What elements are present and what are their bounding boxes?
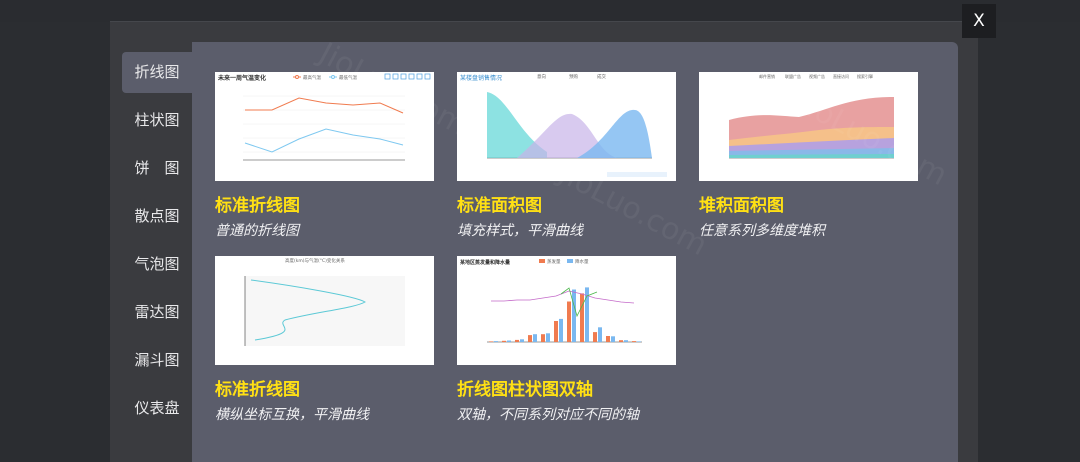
thumb-title: 某地区蒸发量和降水量 xyxy=(459,259,510,266)
template-card[interactable]: 某楼盘销售情况 意向 预购 成交 标准面积图 填充样式，平滑曲线 xyxy=(457,72,677,240)
card-subtitle: 横纵坐标互换，平滑曲线 xyxy=(215,407,369,423)
line-chart-thumbnail[interactable]: 未来一周气温变化 最高气温 最低气温 xyxy=(215,72,434,181)
thumb-bar xyxy=(541,334,545,342)
legend-label: 视频广告 xyxy=(809,73,825,79)
thumb-bar xyxy=(593,332,597,342)
sidebar-item-gauge[interactable]: 仪表盘 xyxy=(122,388,192,429)
legend-label: 高度(km)与气温(°C)变化关系 xyxy=(285,257,345,264)
thumb-title: 某楼盘销售情况 xyxy=(460,74,502,82)
thumb-bar xyxy=(580,293,584,342)
thumb-bar xyxy=(572,289,576,342)
thumb-bar xyxy=(507,340,511,342)
sidebar-item-bubble[interactable]: 气泡图 xyxy=(122,244,192,285)
chart-template-panel: 未来一周气温变化 最高气温 最低气温 标准折线图 普通的折线图 某楼盘销售情况 … xyxy=(192,36,958,462)
template-card[interactable]: 某地区蒸发量和降水量 蒸发量 降水量 折线图柱状图双轴 双轴，不同系列对应不同的… xyxy=(457,256,677,424)
thumb-bar xyxy=(619,340,623,342)
thumb-bar xyxy=(632,341,636,342)
legend-label: 直接访问 xyxy=(833,73,849,79)
legend-label: 最高气温 xyxy=(303,74,321,81)
line-bar-dual-axis-thumbnail[interactable]: 某地区蒸发量和降水量 蒸发量 降水量 xyxy=(457,256,676,365)
template-card[interactable]: 未来一周气温变化 最高气温 最低气温 标准折线图 普通的折线图 xyxy=(215,72,435,240)
close-button[interactable]: X xyxy=(962,4,996,38)
sidebar-item-radar[interactable]: 雷达图 xyxy=(122,292,192,333)
legend-label: 意向 xyxy=(537,73,546,80)
sidebar-item-line[interactable]: 折线图 xyxy=(122,52,192,93)
thumb-bar xyxy=(598,327,602,342)
legend-label: 搜索引擎 xyxy=(857,73,873,79)
thumb-bar xyxy=(567,301,571,342)
thumb-bar xyxy=(494,341,498,342)
template-card[interactable]: 高度(km)与气温(°C)变化关系 标准折线图 横纵坐标互换，平滑曲线 xyxy=(215,256,435,424)
card-title: 标准折线图 xyxy=(215,380,300,400)
thumb-bar xyxy=(533,334,537,342)
legend-label: 预购 xyxy=(569,73,578,80)
sidebar-item-pie[interactable]: 饼 图 xyxy=(122,148,192,189)
thumb-bar xyxy=(489,341,493,342)
sidebar-item-funnel[interactable]: 漏斗图 xyxy=(122,340,192,381)
area-chart-thumbnail[interactable]: 某楼盘销售情况 意向 预购 成交 xyxy=(457,72,676,181)
thumb-title: 未来一周气温变化 xyxy=(218,74,266,82)
card-subtitle: 普通的折线图 xyxy=(215,223,299,239)
card-title: 标准折线图 xyxy=(215,196,300,216)
thumb-bar xyxy=(624,340,628,342)
thumb-bar xyxy=(520,339,524,342)
thumb-bar xyxy=(637,341,641,342)
legend-label: 邮件营销 xyxy=(759,73,775,79)
card-subtitle: 任意系列多维度堆积 xyxy=(699,223,825,239)
card-subtitle: 双轴，不同系列对应不同的轴 xyxy=(457,407,639,423)
legend-label: 降水量 xyxy=(575,258,589,265)
sidebar-item-bar[interactable]: 柱状图 xyxy=(122,100,192,141)
card-subtitle: 填充样式，平滑曲线 xyxy=(457,223,583,239)
chart-type-sidebar: 折线图 柱状图 饼 图 散点图 气泡图 雷达图 漏斗图 仪表盘 xyxy=(122,52,192,436)
thumb-bar xyxy=(502,340,506,342)
legend-label: 蒸发量 xyxy=(547,258,561,265)
toolbox-icons xyxy=(607,172,667,177)
card-title: 堆积面积图 xyxy=(699,196,784,216)
backdrop xyxy=(0,0,1080,22)
thumb-bar xyxy=(515,339,519,342)
thumb-bar xyxy=(559,318,563,342)
thumb-bar xyxy=(546,333,550,342)
thumb-bar xyxy=(611,336,615,342)
thumb-bar xyxy=(528,335,532,342)
card-title: 标准面积图 xyxy=(457,196,542,216)
card-title: 折线图柱状图双轴 xyxy=(457,380,593,400)
legend-label: 联盟广告 xyxy=(785,73,801,79)
legend-label: 成交 xyxy=(597,73,606,80)
stacked-area-thumbnail[interactable]: 邮件营销 联盟广告 视频广告 直接访问 搜索引擎 xyxy=(699,72,918,181)
sidebar-item-scatter[interactable]: 散点图 xyxy=(122,196,192,237)
thumb-bar xyxy=(606,336,610,342)
legend-label: 最低气温 xyxy=(339,74,357,81)
thumb-bar xyxy=(554,321,558,342)
template-card[interactable]: 邮件营销 联盟广告 视频广告 直接访问 搜索引擎 堆积面积图 任意系列多维度堆积 xyxy=(699,72,919,240)
swapped-line-thumbnail[interactable]: 高度(km)与气温(°C)变化关系 xyxy=(215,256,434,365)
